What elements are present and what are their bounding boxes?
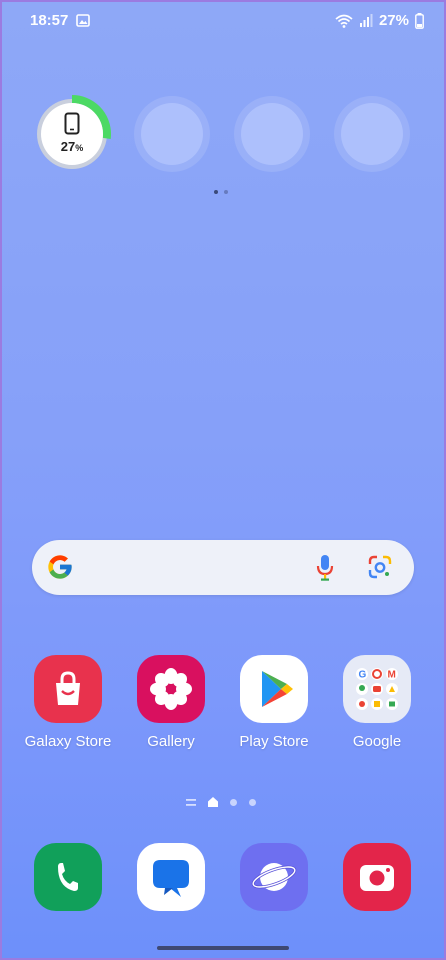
phone-icon — [34, 843, 102, 911]
dock-internet[interactable] — [224, 843, 324, 911]
svg-text:G: G — [359, 670, 367, 681]
device-battery-ring[interactable]: 27% — [33, 95, 111, 173]
empty-device-slot — [134, 96, 210, 172]
battery-text: 27% — [378, 12, 409, 29]
home-page-indicator[interactable] — [186, 797, 256, 807]
app-gallery[interactable]: Gallery — [121, 655, 221, 750]
widget-dot-active — [214, 190, 218, 194]
battery-widget[interactable]: 27% — [0, 95, 446, 175]
phone-device-icon — [64, 112, 80, 135]
app-galaxy-store[interactable]: Galaxy Store — [18, 655, 118, 750]
app-label: Galaxy Store — [24, 733, 112, 750]
google-search-bar[interactable] — [32, 540, 414, 595]
play-store-icon — [240, 655, 308, 723]
empty-device-slot — [334, 96, 410, 172]
gesture-navigation-handle[interactable] — [157, 946, 289, 950]
battery-percent-sign: % — [75, 143, 84, 153]
galaxy-store-icon — [34, 655, 102, 723]
google-folder-icon: G M — [343, 655, 411, 723]
camera-icon — [343, 843, 411, 911]
microphone-icon[interactable] — [316, 554, 334, 582]
messages-icon — [137, 843, 205, 911]
battery-icon — [415, 12, 424, 29]
dock-messages[interactable] — [121, 843, 221, 911]
app-label: Play Store — [239, 733, 309, 750]
app-label: Google — [352, 733, 402, 750]
app-play-store[interactable]: Play Store — [224, 655, 324, 750]
svg-text:M: M — [388, 670, 396, 681]
wifi-icon — [335, 14, 353, 28]
dock-phone[interactable] — [18, 843, 118, 911]
google-lens-icon[interactable] — [368, 555, 392, 579]
internet-icon — [240, 843, 308, 911]
app-label: Gallery — [147, 733, 195, 750]
gallery-flower-icon — [137, 655, 205, 723]
dock-camera[interactable] — [327, 843, 427, 911]
page-dot — [249, 798, 256, 806]
google-g-icon — [48, 555, 72, 579]
status-time: 18:57 — [30, 12, 69, 29]
widget-page-dots — [214, 190, 228, 194]
status-bar: 18:57 27% — [0, 0, 446, 40]
home-page-icon — [208, 797, 218, 807]
app-google-folder[interactable]: G M Google — [327, 655, 427, 750]
page-dot — [230, 798, 237, 806]
list-page-icon — [186, 798, 196, 806]
gallery-icon — [76, 14, 90, 27]
status-icons: 27% — [335, 12, 424, 29]
battery-percent-value: 27 — [60, 139, 76, 154]
empty-device-slot — [234, 96, 310, 172]
signal-icon — [359, 14, 373, 27]
widget-dot — [224, 190, 228, 194]
battery-percent: 27% — [33, 139, 111, 154]
